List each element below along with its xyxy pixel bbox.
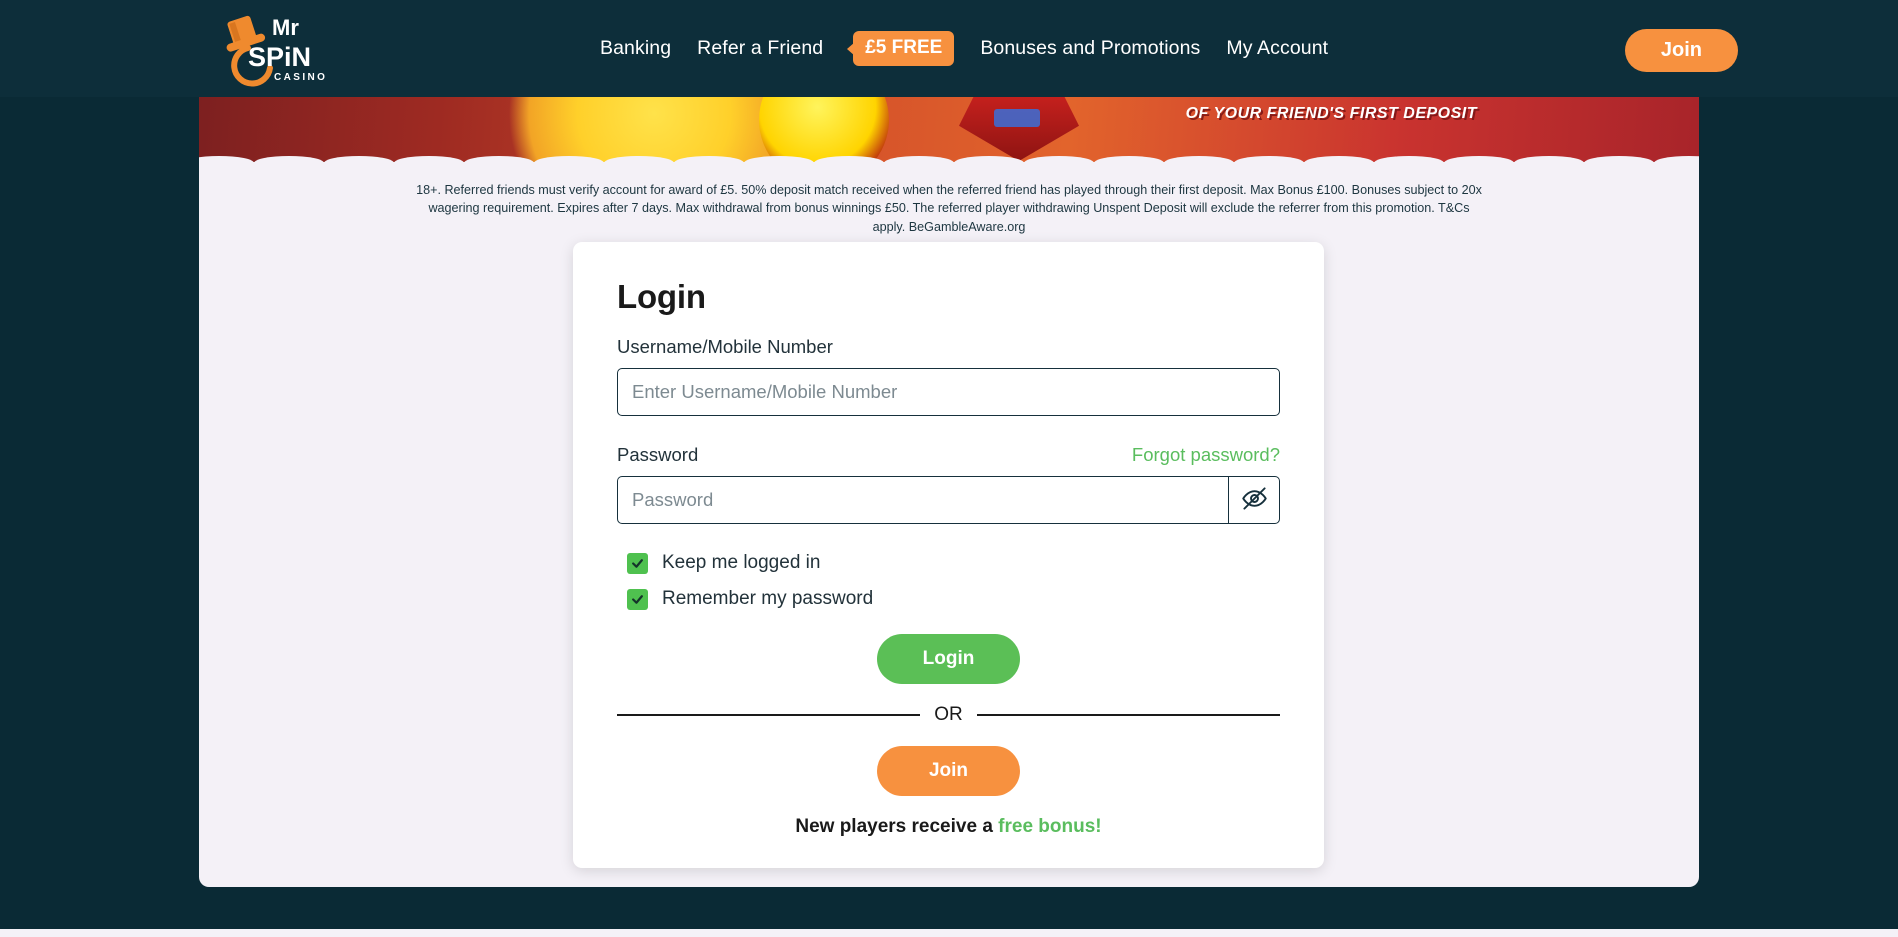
new-players-prefix: New players receive a (795, 816, 999, 837)
login-card: Login Username/Mobile Number Password Fo… (573, 242, 1324, 868)
new-players-message: New players receive a free bonus! (595, 816, 1302, 838)
five-pound-free-badge[interactable]: £5 FREE (845, 31, 955, 66)
check-icon (632, 594, 643, 604)
nav-bonuses-and-promotions[interactable]: Bonuses and Promotions (980, 37, 1200, 60)
site-header: Mr SPiN CASINO Banking Refer a Friend £5… (0, 0, 1898, 97)
content-panel: OF YOUR FRIEND'S FIRST DEPOSIT 18+. Refe… (199, 97, 1699, 887)
forgot-password-link[interactable]: Forgot password? (1132, 444, 1280, 466)
nav-banking[interactable]: Banking (600, 37, 671, 60)
remember-my-password-label: Remember my password (662, 588, 874, 609)
eye-off-icon (1241, 485, 1268, 515)
or-divider: OR (595, 704, 1302, 726)
svg-text:Mr: Mr (272, 15, 299, 40)
password-label: Password (617, 444, 699, 465)
svg-text:CASINO: CASINO (274, 72, 327, 83)
badge-label[interactable]: £5 FREE (853, 31, 955, 66)
check-icon (632, 558, 643, 568)
banner-scallop-edge (199, 156, 1699, 169)
password-label-row: Password Forgot password? (595, 444, 1302, 466)
card-join-button[interactable]: Join (876, 746, 1021, 796)
toggle-password-visibility-button[interactable] (1228, 476, 1280, 524)
banner-headline: OF YOUR FRIEND'S FIRST DEPOSIT (1185, 105, 1477, 122)
page-title: Login (617, 278, 706, 315)
nav-refer-a-friend[interactable]: Refer a Friend (697, 37, 823, 60)
remember-my-password-checkbox[interactable] (627, 588, 648, 610)
username-label: Username/Mobile Number (617, 336, 833, 357)
keep-me-logged-in-row[interactable]: Keep me logged in (595, 552, 1302, 574)
password-input[interactable] (617, 476, 1229, 524)
promo-banner[interactable]: OF YOUR FRIEND'S FIRST DEPOSIT (199, 97, 1699, 169)
remember-my-password-row[interactable]: Remember my password (595, 588, 1302, 610)
header-join-button[interactable]: Join (1624, 29, 1738, 72)
banner-gem-highlight (994, 109, 1040, 127)
keep-me-logged-in-checkbox[interactable] (627, 552, 648, 574)
login-button-row: Login (595, 624, 1302, 684)
or-divider-line-right (976, 714, 1280, 716)
free-bonus-highlight: free bonus! (998, 816, 1102, 837)
or-divider-line-left (617, 714, 921, 716)
password-input-group (595, 476, 1302, 524)
login-submit-button[interactable]: Login (876, 634, 1021, 684)
promo-disclaimer: 18+. Referred friends must verify accoun… (416, 183, 1482, 234)
username-input-wrap (595, 368, 1302, 416)
footer-strip (0, 929, 1898, 937)
or-divider-label: OR (934, 704, 963, 725)
badge-arrow-icon (847, 41, 856, 56)
keep-me-logged-in-label: Keep me logged in (662, 552, 821, 573)
main-navigation: Banking Refer a Friend £5 FREE Bonuses a… (600, 0, 1328, 97)
nav-my-account[interactable]: My Account (1226, 37, 1328, 60)
mr-spin-casino-logo[interactable]: Mr SPiN CASINO (218, 10, 338, 88)
join-button-row: Join (595, 746, 1302, 796)
svg-text:SPiN: SPiN (248, 42, 311, 72)
username-input[interactable] (617, 368, 1280, 416)
